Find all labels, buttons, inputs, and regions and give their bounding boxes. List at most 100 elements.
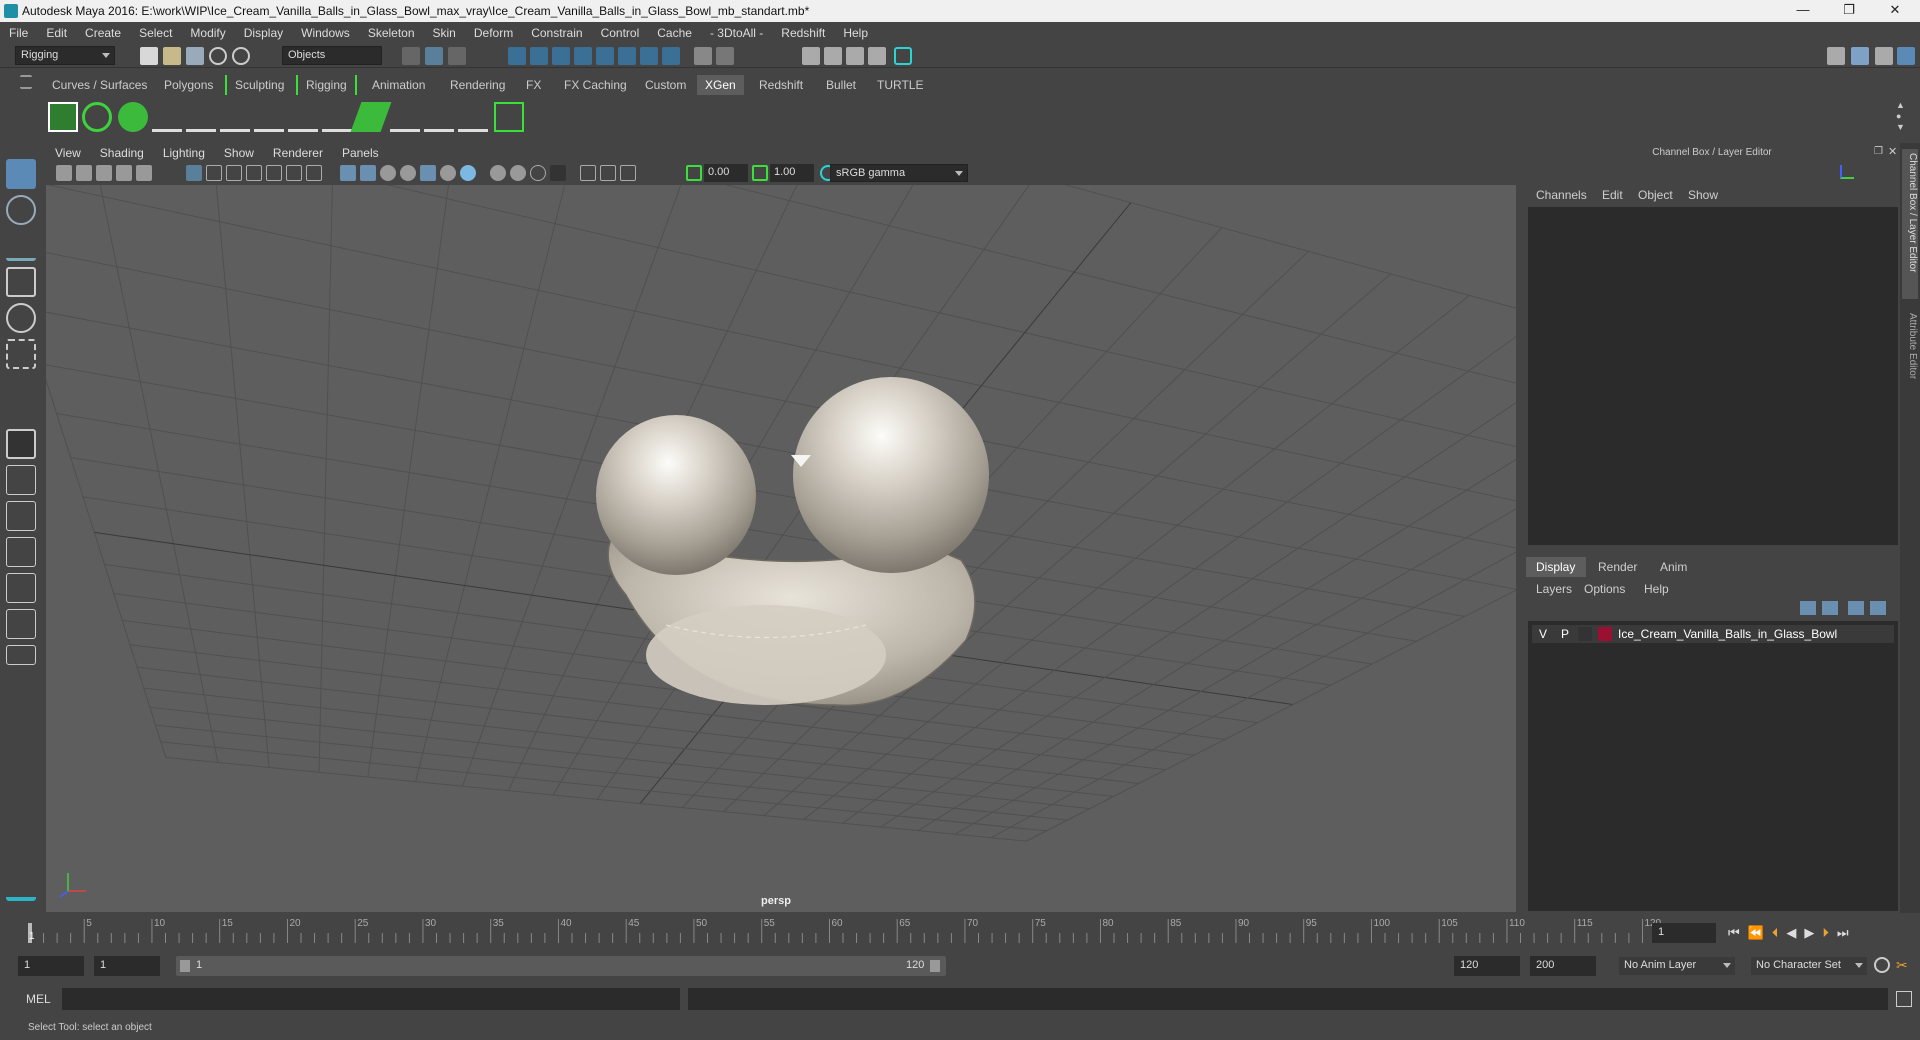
layout-menu-icon[interactable] xyxy=(6,645,36,665)
add-guide-icon[interactable] xyxy=(220,102,250,132)
xgen-editor-icon[interactable] xyxy=(48,102,78,132)
move-layer-down-icon[interactable] xyxy=(1822,601,1838,615)
image-plane-icon[interactable] xyxy=(116,165,132,181)
panel-float-icon[interactable]: ❐ xyxy=(1874,146,1883,157)
film-gate-icon[interactable] xyxy=(206,165,222,181)
viewport-menu-shading[interactable]: Shading xyxy=(91,143,154,160)
paint-select-tool-icon[interactable] xyxy=(6,231,36,261)
animation-start-field[interactable]: 1 xyxy=(18,956,84,976)
wireframe-on-shaded-icon[interactable] xyxy=(380,165,396,181)
gate-mask-icon[interactable] xyxy=(246,165,262,181)
clumping-icon[interactable] xyxy=(390,102,420,132)
four-view-layout-icon[interactable] xyxy=(6,465,36,495)
tool-settings-toggle-icon[interactable] xyxy=(1897,47,1915,65)
step-forward-frame-icon[interactable]: ⏵ xyxy=(1822,925,1837,940)
viewport-menu-view[interactable]: View xyxy=(46,143,91,160)
tab-animation[interactable]: Animation xyxy=(364,75,433,95)
resolution-gate-icon[interactable] xyxy=(226,165,242,181)
maya-home-icon[interactable] xyxy=(6,875,36,901)
time-slider[interactable]: 5 10 15 20 25 30 35 40 45 50 55 60 65 70 75 80 85 90 95 100… xyxy=(0,915,1920,945)
lock-icon[interactable] xyxy=(694,47,712,65)
menu-constrain[interactable]: Constrain xyxy=(522,22,591,44)
animation-preferences-icon[interactable]: ✂ xyxy=(1896,957,1912,973)
smooth-shade-icon[interactable] xyxy=(360,165,376,181)
exposure-field[interactable]: 0.00 xyxy=(704,164,748,182)
depth-of-field-icon[interactable] xyxy=(530,165,546,181)
ipr-render-icon[interactable] xyxy=(846,47,864,65)
input-output-icon[interactable] xyxy=(662,47,680,65)
tab-rigging[interactable]: Rigging xyxy=(296,75,357,95)
go-to-end-icon[interactable]: ⏭ xyxy=(1837,925,1857,940)
primitives-icon[interactable] xyxy=(118,102,148,132)
tab-bullet[interactable]: Bullet xyxy=(818,75,864,95)
single-perspective-layout-icon[interactable] xyxy=(6,429,36,459)
exposure-icon[interactable] xyxy=(686,165,702,181)
minimize-button[interactable]: — xyxy=(1780,0,1826,22)
layer-type-toggle[interactable] xyxy=(1578,627,1592,641)
move-guides-icon[interactable] xyxy=(186,102,216,132)
snap-view-plane-icon[interactable] xyxy=(574,47,592,65)
menu-help[interactable]: Help xyxy=(834,22,877,44)
construction-history-icon[interactable] xyxy=(640,47,658,65)
sculpt-guides-icon[interactable] xyxy=(254,102,284,132)
cut-icon[interactable] xyxy=(458,102,488,132)
menu-redshift[interactable]: Redshift xyxy=(772,22,834,44)
tab-display[interactable]: Display xyxy=(1526,557,1586,577)
viewport-menu-lighting[interactable]: Lighting xyxy=(154,143,215,160)
xray-icon[interactable] xyxy=(580,165,596,181)
redo-icon[interactable] xyxy=(232,47,250,65)
menu-control[interactable]: Control xyxy=(592,22,649,44)
preview-icon[interactable] xyxy=(494,102,524,132)
move-tool-icon[interactable] xyxy=(6,267,36,297)
modeling-toolkit-icon[interactable] xyxy=(1827,47,1845,65)
select-by-component-icon[interactable] xyxy=(448,47,466,65)
noise-icon[interactable] xyxy=(424,102,454,132)
step-back-key-icon[interactable]: ⏪ xyxy=(1748,925,1772,940)
tab-attribute-editor[interactable]: Attribute Editor xyxy=(1902,309,1918,409)
playback-start-field[interactable]: 1 xyxy=(94,956,160,976)
camera-select-icon[interactable] xyxy=(56,165,72,181)
new-empty-layer-icon[interactable] xyxy=(1848,601,1864,615)
save-scene-icon[interactable] xyxy=(186,47,204,65)
render-icon[interactable] xyxy=(824,47,842,65)
perspective-viewport[interactable]: persp xyxy=(46,185,1516,912)
menu-file[interactable]: File xyxy=(0,22,37,44)
tab-anim[interactable]: Anim xyxy=(1660,560,1687,574)
tab-xgen[interactable]: XGen xyxy=(697,75,744,95)
tab-sculpting[interactable]: Sculpting xyxy=(225,75,292,95)
viewport-menu-renderer[interactable]: Renderer xyxy=(264,143,333,160)
layers-menu[interactable]: Layers xyxy=(1536,582,1572,596)
tab-fx-caching[interactable]: FX Caching xyxy=(556,75,635,95)
play-backwards-icon[interactable]: ◀ xyxy=(1786,925,1804,940)
shelf-menu-icon[interactable] xyxy=(20,75,32,89)
character-set-dropdown[interactable]: No Character Set xyxy=(1750,956,1868,976)
tab-fx[interactable]: FX xyxy=(518,75,549,95)
close-button[interactable]: ✕ xyxy=(1872,0,1918,22)
shelf-scroll-icon[interactable]: ▲ ● ▼ xyxy=(1896,100,1906,134)
channels-menu[interactable]: Channels xyxy=(1536,188,1587,202)
motion-blur-icon[interactable] xyxy=(490,165,506,181)
snap-surface-icon[interactable] xyxy=(596,47,614,65)
tab-turtle[interactable]: TURTLE xyxy=(869,75,931,95)
animation-end-field[interactable]: 200 xyxy=(1530,956,1596,976)
viewport-menu-show[interactable]: Show xyxy=(215,143,264,160)
textured-icon[interactable] xyxy=(400,165,416,181)
camera-attributes-icon[interactable] xyxy=(76,165,92,181)
place-guides-icon[interactable] xyxy=(152,102,182,132)
viewport-menu-panels[interactable]: Panels xyxy=(333,143,389,160)
bookmark-icon[interactable] xyxy=(96,165,112,181)
lock-length-icon[interactable] xyxy=(288,102,318,132)
layer-visibility-toggle[interactable]: V xyxy=(1536,627,1550,641)
isolate-select-icon[interactable] xyxy=(550,165,566,181)
layer-name[interactable]: Ice_Cream_Vanilla_Balls_in_Glass_Bowl xyxy=(1618,627,1837,641)
layer-color-swatch[interactable] xyxy=(1598,627,1612,641)
step-back-frame-icon[interactable]: ⏴ xyxy=(1772,925,1787,940)
restore-button[interactable]: ❐ xyxy=(1826,0,1872,22)
new-scene-icon[interactable] xyxy=(140,47,158,65)
playback-end-field[interactable]: 120 xyxy=(1454,956,1520,976)
guides-to-curves-icon[interactable] xyxy=(350,102,392,132)
move-layer-up-icon[interactable] xyxy=(1800,601,1816,615)
ice-cream-model[interactable] xyxy=(596,377,989,707)
selection-mask-dropdown[interactable]: Objects xyxy=(282,46,382,65)
safe-title-icon[interactable] xyxy=(306,165,322,181)
